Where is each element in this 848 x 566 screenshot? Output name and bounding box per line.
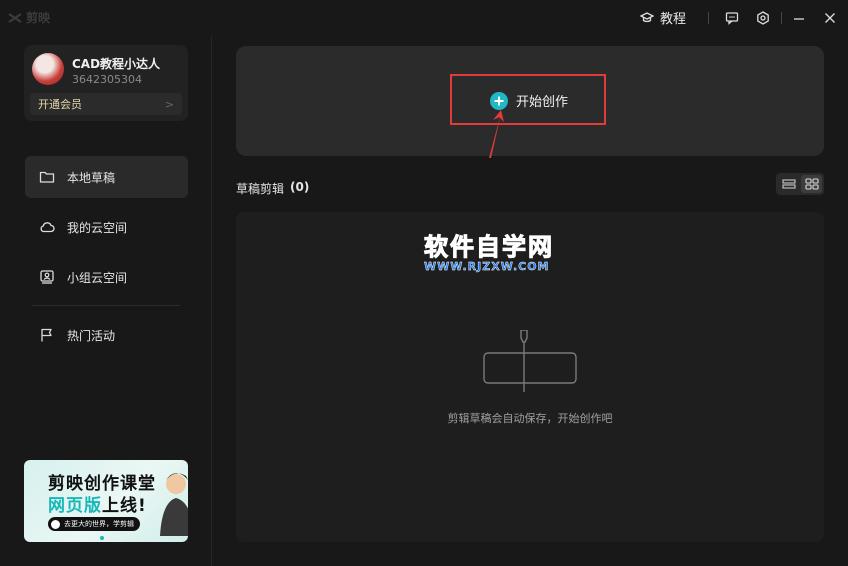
sidebar-item-my-cloud[interactable]: 我的云空间 [25, 206, 188, 248]
promo-highlight: 网页版 [48, 496, 102, 516]
capcut-logo-icon [8, 12, 22, 23]
promo-subtitle-rest: 上线! [102, 496, 147, 516]
watermark-title: 软件自学网 [424, 233, 554, 262]
cloud-icon [40, 222, 55, 233]
annotation-highlight-box [450, 74, 606, 125]
user-name: CAD教程小达人 [72, 57, 161, 71]
promo-pill-text: 去更大的世界，学剪辑 [64, 520, 134, 528]
close-icon [825, 13, 835, 23]
annotation-arrow-icon [489, 110, 504, 158]
team-space-icon [40, 270, 54, 284]
app-logo: 剪映 [8, 9, 50, 26]
tutorial-button[interactable]: 教程 [640, 8, 686, 27]
close-button[interactable] [821, 9, 839, 27]
sidebar: CAD教程小达人 3642305304 开通会员 > 本地草稿 我的云空间 小组… [0, 36, 212, 566]
promo-pill: 去更大的世界，学剪辑 [48, 517, 140, 531]
settings-button[interactable] [754, 9, 772, 27]
minimize-button[interactable] [790, 9, 808, 27]
topbar-divider [781, 12, 782, 24]
drafts-title: 草稿剪辑 [236, 182, 285, 196]
avatar[interactable] [32, 53, 64, 85]
capcut-mini-logo-icon [51, 519, 60, 529]
feedback-button[interactable] [723, 9, 741, 27]
graduation-cap-icon [640, 11, 654, 22]
vip-label: 开通会员 [38, 98, 82, 111]
feedback-icon [725, 12, 739, 25]
minimize-icon [794, 18, 804, 20]
view-toggle[interactable] [776, 173, 824, 195]
list-view-icon [781, 179, 796, 189]
grid-view-icon [804, 178, 819, 190]
carousel-dot[interactable] [100, 536, 104, 540]
chevron-right-icon: > [164, 97, 174, 111]
sidebar-item-local-drafts[interactable]: 本地草稿 [25, 156, 188, 198]
title-bar: 剪映 教程 [0, 0, 848, 36]
empty-drafts-icon [483, 330, 577, 392]
sidebar-item-label: 本地草稿 [67, 170, 116, 185]
topbar-divider [708, 12, 709, 24]
gear-icon [757, 11, 769, 25]
empty-state-text: 剪辑草稿会自动保存，开始创作吧 [447, 412, 613, 425]
user-id: 3642305304 [72, 73, 142, 86]
sidebar-item-label: 热门活动 [67, 328, 116, 343]
sidebar-item-team-cloud[interactable]: 小组云空间 [25, 256, 188, 298]
promo-subtitle: 网页版上线! [48, 491, 147, 516]
tutorial-label: 教程 [660, 12, 687, 27]
drafts-count: (0) [290, 180, 310, 194]
drafts-header: 草稿剪辑 (0) [236, 180, 309, 197]
sidebar-item-label: 小组云空间 [67, 270, 128, 285]
flag-icon [41, 328, 52, 342]
app-name: 剪映 [26, 11, 51, 25]
sidebar-divider [32, 305, 180, 306]
watermark: 软件自学网 WWW.RJZXW.COM [424, 232, 574, 274]
carousel-dots[interactable] [100, 536, 104, 540]
grid-view-button[interactable] [801, 175, 822, 193]
list-view-button[interactable] [778, 175, 799, 193]
sidebar-item-label: 我的云空间 [67, 220, 128, 235]
sidebar-item-hot-events[interactable]: 热门活动 [25, 314, 188, 356]
folder-icon [39, 171, 55, 183]
promo-banner[interactable]: 剪映创作课堂 网页版上线! 去更大的世界，学剪辑 [24, 460, 188, 542]
vip-button[interactable]: 开通会员 > [30, 93, 182, 115]
user-card[interactable]: CAD教程小达人 3642305304 开通会员 > [24, 45, 188, 121]
